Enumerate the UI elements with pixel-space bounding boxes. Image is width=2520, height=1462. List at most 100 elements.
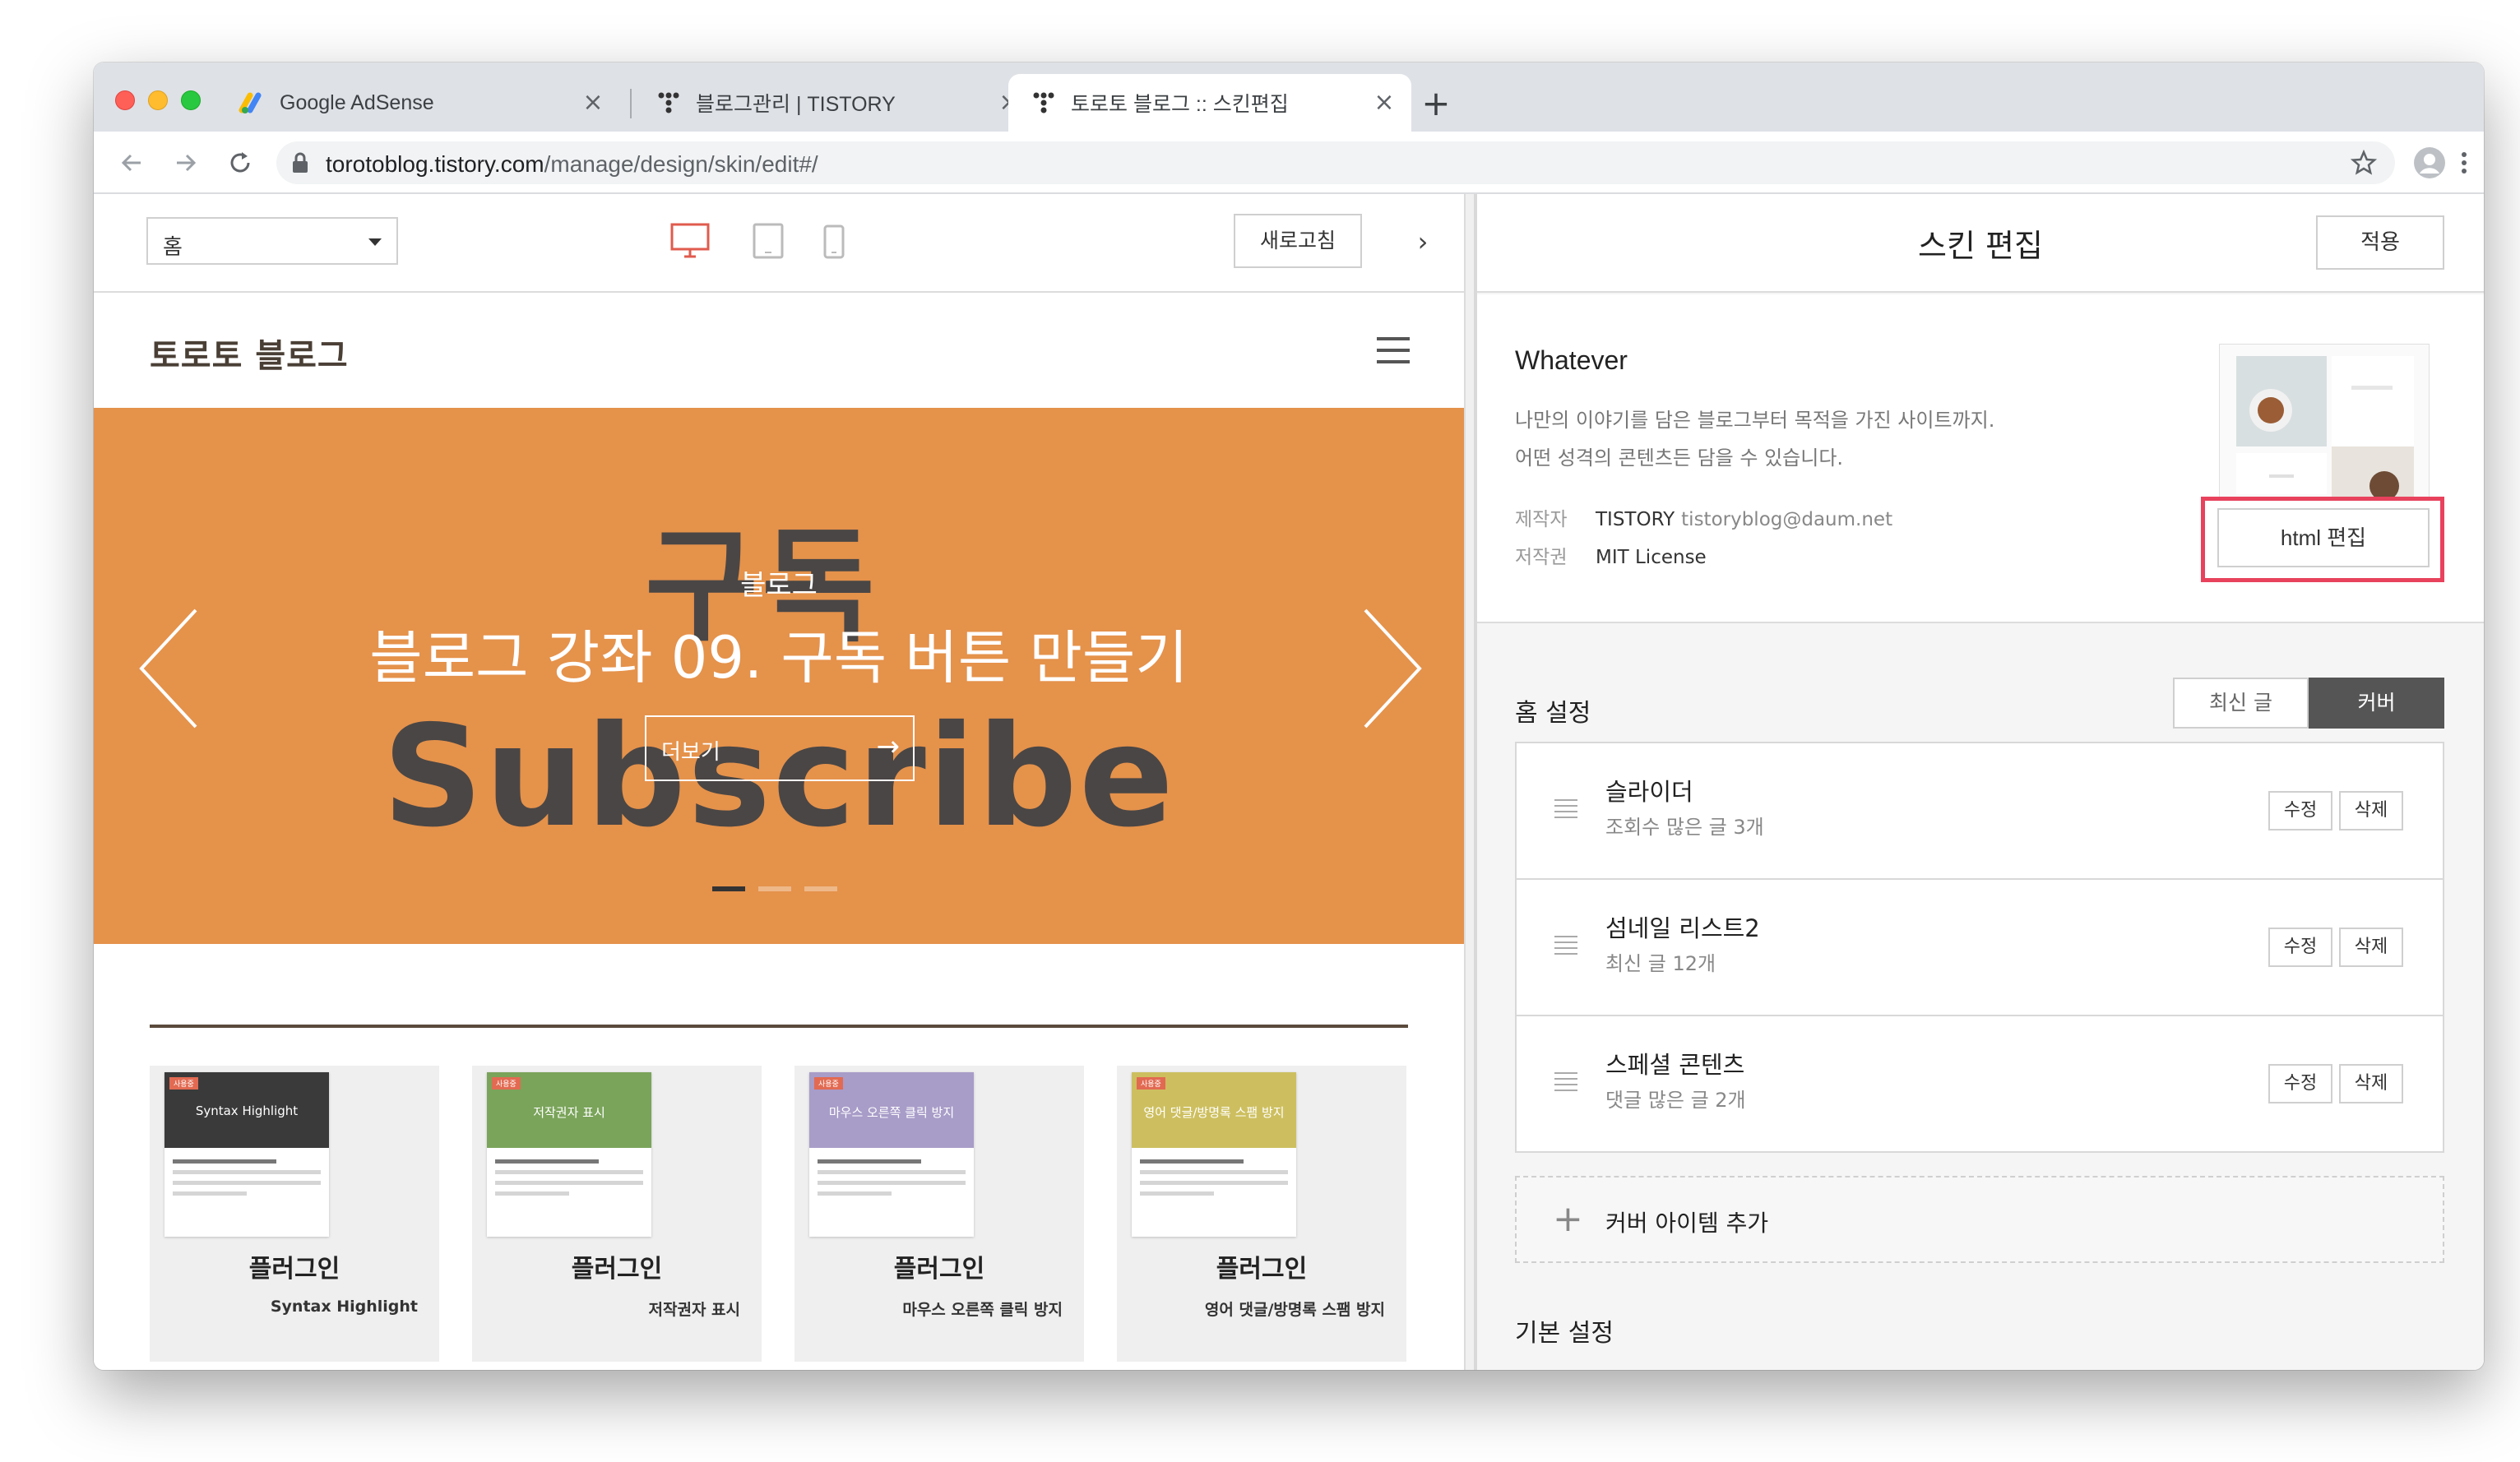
- section-divider: [150, 1025, 1408, 1028]
- drag-handle-icon[interactable]: [1554, 799, 1577, 822]
- plugin-card[interactable]: 사용중 마우스 오른쪽 클릭 방지 플러그인 마우스 오른쪽 클릭 방지: [794, 1066, 1084, 1362]
- edit-button[interactable]: 수정: [2268, 928, 2332, 967]
- card-thumbnail: 사용중 영어 댓글/방명록 스팸 방지: [1132, 1072, 1296, 1237]
- blog-title[interactable]: 토로토 블로그: [150, 329, 349, 377]
- address-bar[interactable]: torotoblog.tistory.com/manage/design/ski…: [276, 141, 2395, 184]
- maximize-window-button[interactable]: [181, 90, 201, 110]
- hero-more-button[interactable]: 더보기 →: [645, 715, 915, 781]
- bookmark-star-icon[interactable]: [2350, 149, 2378, 179]
- html-edit-button[interactable]: html 편집: [2217, 508, 2430, 567]
- drag-handle-icon[interactable]: [1554, 1072, 1577, 1095]
- panel-header: 스킨 편집 적용: [1477, 194, 2484, 293]
- skin-desc-line: 나만의 이야기를 담은 블로그부터 목적을 가진 사이트까지.: [1515, 409, 1995, 432]
- cover-item[interactable]: 스페셜 콘텐츠 댓글 많은 글 2개 수정 삭제: [1515, 1015, 2444, 1153]
- mobile-view-icon[interactable]: [822, 224, 845, 263]
- skin-description: 나만의 이야기를 담은 블로그부터 목적을 가진 사이트까지. 어떤 성격의 콘…: [1515, 401, 1994, 477]
- delete-button[interactable]: 삭제: [2339, 791, 2403, 830]
- hero-slider: 구독 Subscribe 블로그 블로그 강좌 09. 구독 버튼 만들기 더보…: [94, 408, 1464, 944]
- pane-splitter[interactable]: [1464, 194, 1474, 1370]
- plugin-card[interactable]: 사용중 저작권자 표시 플러그인 저작권자 표시: [472, 1066, 762, 1362]
- cover-item-name: 섬네일 리스트2: [1605, 914, 1760, 942]
- tistory-icon: [1030, 89, 1058, 117]
- chevron-right-icon[interactable]: ›: [1406, 225, 1439, 258]
- skin-name: Whatever: [1515, 345, 1628, 375]
- minimize-window-button[interactable]: [148, 90, 168, 110]
- home-settings-title: 홈 설정: [1515, 699, 1591, 728]
- chevron-down-icon: [368, 238, 382, 246]
- slider-pagination: [712, 886, 837, 891]
- reload-icon: [230, 152, 250, 173]
- maker-email: tistoryblog@daum.net: [1681, 509, 1893, 530]
- cover-item-name: 스페셜 콘텐츠: [1605, 1051, 1745, 1079]
- browser-window: Google AdSense × 블로그관리 | TISTORY × 토로토 블…: [94, 62, 2484, 1370]
- arrow-right-icon: →: [876, 730, 901, 763]
- tab-separator: [630, 89, 632, 118]
- license-key: 저작권: [1515, 547, 1568, 568]
- more-label: 더보기: [661, 740, 720, 765]
- skin-edit-panel: 스킨 편집 적용 Whatever 나만의 이야기를 담은 블로그부터 목적을 …: [1474, 194, 2484, 1370]
- skin-info: Whatever 나만의 이야기를 담은 블로그부터 목적을 가진 사이트까지.…: [1477, 294, 2484, 623]
- cover-item[interactable]: 슬라이더 조회수 많은 글 3개 수정 삭제: [1515, 742, 2444, 880]
- plugin-card[interactable]: 사용중 Syntax Highlight 플러그인 Syntax Highligh…: [150, 1066, 439, 1362]
- tab-google-adsense[interactable]: Google AdSense ×: [217, 74, 620, 132]
- slider-dot[interactable]: [758, 886, 791, 891]
- reload-button[interactable]: [222, 145, 258, 181]
- url-path: /manage/design/skin/edit#/: [544, 151, 818, 177]
- cover-item-sub: 최신 글 12개: [1605, 952, 1716, 975]
- tablet-view-icon[interactable]: [752, 222, 785, 263]
- slider-dot[interactable]: [712, 886, 745, 891]
- drag-handle-icon[interactable]: [1554, 936, 1577, 959]
- delete-button[interactable]: 삭제: [2339, 928, 2403, 967]
- mode-cover-button[interactable]: 커버: [2309, 678, 2444, 729]
- card-name: 플러그인: [248, 1255, 340, 1284]
- license-value: MIT License: [1596, 547, 1707, 568]
- lock-icon: [291, 152, 309, 177]
- maker-value: TISTORY: [1596, 509, 1675, 530]
- tab-strip: Google AdSense × 블로그관리 | TISTORY × 토로토 블…: [94, 62, 2484, 132]
- card-thumbnail: 사용중 Syntax Highlight: [164, 1072, 329, 1237]
- add-cover-item-button[interactable]: + 커버 아이템 추가: [1515, 1176, 2444, 1263]
- tab-skin-edit[interactable]: 토로토 블로그 :: 스킨편집 ×: [1008, 74, 1411, 132]
- back-button[interactable]: [113, 145, 150, 181]
- close-icon[interactable]: ×: [1372, 90, 1397, 115]
- card-thumb-title: 영어 댓글/방명록 스팸 방지: [1143, 1105, 1285, 1120]
- page-select-value: 홈: [163, 235, 183, 260]
- menu-kebab-icon[interactable]: [2446, 145, 2482, 181]
- card-thumbnail: 사용중 마우스 오른쪽 클릭 방지: [809, 1072, 974, 1237]
- avatar-icon: [2414, 147, 2445, 178]
- hamburger-menu-icon[interactable]: [1377, 337, 1410, 363]
- close-window-button[interactable]: [115, 90, 135, 110]
- slider-next-icon[interactable]: [1359, 607, 1424, 733]
- hero-headline[interactable]: 블로그 강좌 09. 구독 버튼 만들기: [94, 612, 1464, 695]
- slider-prev-icon[interactable]: [137, 607, 202, 733]
- page-select[interactable]: 홈: [146, 217, 398, 265]
- mode-recent-button[interactable]: 최신 글: [2173, 678, 2309, 729]
- apply-button[interactable]: 적용: [2316, 215, 2444, 270]
- plugin-card[interactable]: 사용중 영어 댓글/방명록 스팸 방지 플러그인 영어 댓글/방명록 스팸 방지: [1117, 1066, 1406, 1362]
- add-cover-item-label: 커버 아이템 추가: [1605, 1210, 1769, 1237]
- arrow-left-icon: [121, 154, 141, 172]
- card-tag: 사용중: [814, 1077, 843, 1090]
- slider-dot[interactable]: [804, 886, 837, 891]
- delete-button[interactable]: 삭제: [2339, 1064, 2403, 1103]
- basic-settings-title: 기본 설정: [1515, 1319, 1614, 1348]
- tab-blog-manage[interactable]: 블로그관리 | TISTORY ×: [633, 74, 1036, 132]
- card-subtitle: 영어 댓글/방명록 스팸 방지: [1204, 1301, 1385, 1319]
- url-text: torotoblog.tistory.com/manage/design/ski…: [326, 151, 818, 178]
- new-tab-button[interactable]: +: [1418, 86, 1454, 122]
- profile-avatar[interactable]: [2411, 145, 2448, 181]
- forward-button[interactable]: [168, 145, 204, 181]
- card-thumb-title: 저작권자 표시: [533, 1105, 605, 1120]
- card-name: 플러그인: [571, 1255, 663, 1284]
- edit-button[interactable]: 수정: [2268, 791, 2332, 830]
- cover-item-name: 슬라이더: [1605, 778, 1693, 806]
- close-icon[interactable]: ×: [581, 90, 605, 115]
- card-tag: 사용중: [169, 1077, 198, 1090]
- edit-button[interactable]: 수정: [2268, 1064, 2332, 1103]
- refresh-button[interactable]: 새로고침: [1234, 214, 1362, 268]
- desktop-view-icon[interactable]: [669, 222, 711, 263]
- tab-title: 토로토 블로그 :: 스킨편집: [1071, 93, 1289, 116]
- cover-item[interactable]: 섬네일 리스트2 최신 글 12개 수정 삭제: [1515, 878, 2444, 1016]
- hero-category: 블로그: [740, 569, 818, 602]
- skin-license: 저작권 MIT License: [1515, 541, 1707, 569]
